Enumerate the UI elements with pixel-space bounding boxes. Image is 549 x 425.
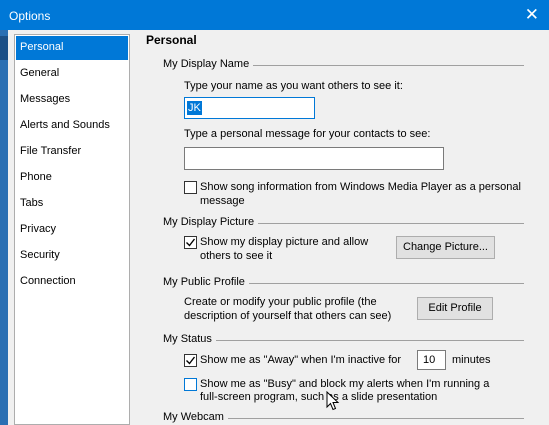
sidebar-item-general[interactable]: General [16, 62, 128, 86]
group-label: My Display Name [163, 58, 254, 70]
sidebar-item-tabs[interactable]: Tabs [16, 192, 128, 216]
name-prompt: Type your name as you want others to see… [184, 80, 403, 92]
group-webcam: My Webcam [163, 411, 524, 425]
sidebar-item-phone[interactable]: Phone [16, 166, 128, 190]
away-checkbox[interactable] [184, 354, 197, 367]
group-label: My Status [163, 333, 216, 345]
sidebar-item-label: Connection [20, 275, 76, 287]
background-window-edge [0, 30, 8, 425]
sidebar-item-label: Tabs [20, 197, 44, 209]
sidebar-item-personal[interactable]: Personal [16, 36, 128, 60]
display-name-value: JK [187, 101, 202, 115]
display-name-input[interactable]: JK [184, 97, 315, 119]
sidebar-item-label: Security [20, 249, 60, 261]
away-minutes-value: 10 [423, 354, 436, 366]
away-label: Show me as "Away" when I'm inactive for [200, 354, 402, 366]
group-display-picture: My Display Picture [163, 216, 524, 230]
title-bar: Options ✕ [0, 0, 549, 30]
change-picture-button[interactable]: Change Picture... [396, 236, 495, 259]
busy-label-line1: Show me as "Busy" and block my alerts wh… [200, 378, 490, 390]
sidebar-item-security[interactable]: Security [16, 244, 128, 268]
mouse-pointer-icon [326, 391, 340, 411]
close-icon[interactable]: ✕ [525, 5, 539, 25]
profile-desc-line1: Create or modify your public profile (th… [184, 296, 377, 308]
group-public-profile: My Public Profile [163, 276, 524, 290]
sidebar-item-label: Messages [20, 93, 71, 105]
busy-checkbox[interactable] [184, 378, 197, 391]
sidebar-item-alerts-and-sounds[interactable]: Alerts and Sounds [16, 114, 128, 138]
personal-message-input[interactable] [184, 147, 444, 170]
busy-label-line2: full-screen program, such as a slide pre… [200, 391, 438, 403]
profile-desc-line2: description of yourself that others can … [184, 310, 392, 322]
message-prompt: Type a personal message for your contact… [184, 128, 431, 140]
checkmark-icon [186, 238, 196, 247]
options-sidebar: Personal General Messages Alerts and Sou… [14, 34, 130, 425]
song-info-label-line2: message [200, 195, 245, 207]
show-picture-label-line2: others to see it [200, 250, 273, 262]
group-display-name: My Display Name [163, 58, 524, 72]
sidebar-item-label: Privacy [20, 223, 57, 235]
sidebar-item-label: Personal [20, 41, 64, 53]
show-picture-label-line1: Show my display picture and allow [200, 236, 369, 248]
sidebar-item-label: File Transfer [20, 145, 82, 157]
personal-settings-panel: Personal My Display Name Type your name … [137, 30, 549, 425]
background-window-tab [0, 36, 8, 60]
page-title: Personal [146, 33, 197, 47]
sidebar-item-label: General [20, 67, 60, 79]
group-label: My Display Picture [163, 216, 259, 228]
sidebar-item-label: Alerts and Sounds [20, 119, 110, 131]
sidebar-item-file-transfer[interactable]: File Transfer [16, 140, 128, 164]
group-status: My Status [163, 333, 524, 347]
minutes-label: minutes [452, 354, 491, 366]
sidebar-item-label: Phone [20, 171, 52, 183]
group-label: My Public Profile [163, 276, 249, 288]
window-title: Options [9, 9, 51, 23]
song-info-checkbox[interactable] [184, 181, 197, 194]
sidebar-item-connection[interactable]: Connection [16, 270, 128, 294]
away-minutes-input[interactable]: 10 [417, 350, 446, 370]
sidebar-item-privacy[interactable]: Privacy [16, 218, 128, 242]
group-label: My Webcam [163, 411, 228, 423]
sidebar-item-messages[interactable]: Messages [16, 88, 128, 112]
show-picture-checkbox[interactable] [184, 236, 197, 249]
group-divider [163, 340, 524, 341]
song-info-label-line1: Show song information from Windows Media… [200, 181, 521, 193]
checkmark-icon [186, 356, 196, 365]
edit-profile-button[interactable]: Edit Profile [417, 297, 493, 320]
